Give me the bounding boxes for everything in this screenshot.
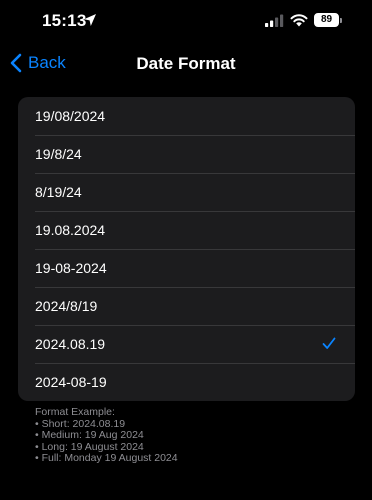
checkmark-icon bbox=[322, 337, 336, 349]
footer-heading: Format Example: bbox=[35, 406, 115, 418]
page-title: Date Format bbox=[136, 54, 236, 73]
option-label: 8/19/24 bbox=[35, 184, 82, 200]
option-row[interactable]: 19-08-2024 bbox=[18, 249, 355, 287]
option-label: 19-08-2024 bbox=[35, 260, 107, 276]
option-row[interactable]: 2024/8/19 bbox=[18, 287, 355, 325]
format-example-footer: Format Example: • Short: 2024.08.19 • Me… bbox=[35, 406, 355, 465]
navigation-bar: Back Date Format bbox=[0, 44, 372, 82]
location-arrow-icon bbox=[84, 14, 96, 26]
option-label: 19/08/2024 bbox=[35, 108, 106, 124]
battery-cap bbox=[340, 18, 342, 23]
option-row-selected[interactable]: 2024.08.19 bbox=[18, 325, 355, 363]
option-label: 2024.08.19 bbox=[35, 336, 106, 352]
date-format-options: 19/08/2024 19/8/24 8/19/24 19.08.2024 19… bbox=[18, 97, 355, 401]
footer-example-medium: • Medium: 19 Aug 2024 bbox=[35, 429, 144, 441]
option-label: 2024/8/19 bbox=[35, 298, 98, 314]
footer-example-full: • Full: Monday 19 August 2024 bbox=[35, 452, 178, 464]
option-row[interactable]: 2024-08-19 bbox=[18, 363, 355, 401]
option-row[interactable]: 19/08/2024 bbox=[18, 97, 355, 135]
option-label: 19.08.2024 bbox=[35, 222, 106, 238]
option-label: 19/8/24 bbox=[35, 146, 82, 162]
option-row[interactable]: 8/19/24 bbox=[18, 173, 355, 211]
option-label: 2024-08-19 bbox=[35, 374, 107, 390]
option-row[interactable]: 19.08.2024 bbox=[18, 211, 355, 249]
option-row[interactable]: 19/8/24 bbox=[18, 135, 355, 173]
battery-icon: 89 bbox=[314, 13, 339, 27]
status-time: 15:13 bbox=[42, 11, 87, 30]
status-bar: 15:13 89 bbox=[0, 0, 372, 44]
cellular-signal-icon bbox=[265, 14, 284, 27]
battery-level: 89 bbox=[320, 14, 333, 25]
wifi-icon bbox=[290, 14, 308, 27]
